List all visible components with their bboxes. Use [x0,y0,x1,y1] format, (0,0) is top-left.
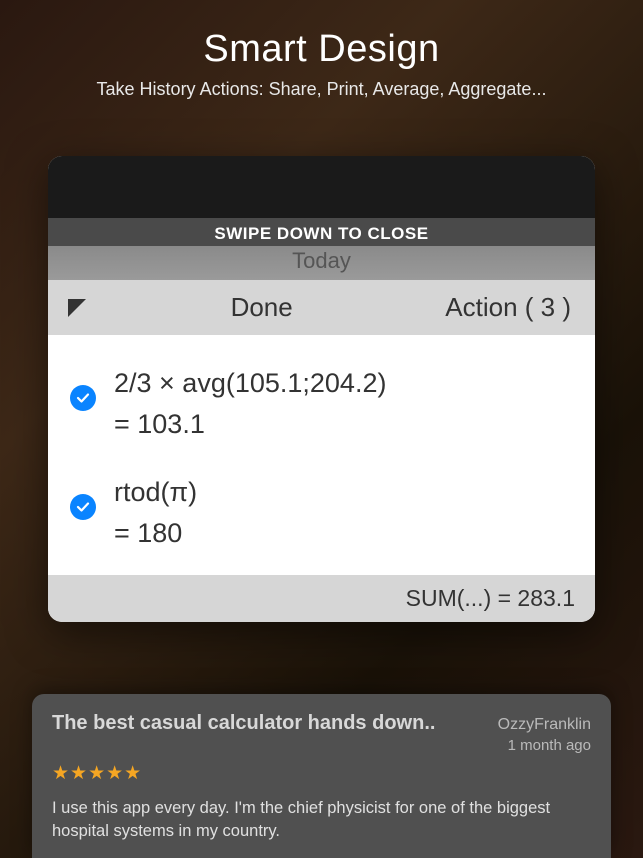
checkmark-icon[interactable] [70,385,96,411]
date-label: Today [48,246,595,280]
sum-footer: SUM(...) = 283.1 [48,575,595,622]
promo-subtitle: Take History Actions: Share, Print, Aver… [0,79,643,100]
action-button[interactable]: Action ( 3 ) [445,292,577,323]
done-button[interactable]: Done [78,292,445,323]
review-card: The best casual calculator hands down.. … [32,694,611,858]
swipe-down-hint[interactable]: SWIPE DOWN TO CLOSE [48,218,595,246]
review-header: The best casual calculator hands down.. … [52,712,591,735]
result-text: = 103.1 [114,404,386,445]
star-rating-icon: ★★★★★ [52,762,591,785]
review-body: I use this app every day. I'm the chief … [52,797,591,842]
expression-text: rtod(π) [114,472,197,513]
history-toolbar: Done Action ( 3 ) [48,280,595,335]
history-list: 2/3 × avg(105.1;204.2) = 103.1 rtod(π) =… [48,335,595,575]
expression-text: 2/3 × avg(105.1;204.2) [114,363,386,404]
history-item[interactable]: 2/3 × avg(105.1;204.2) = 103.1 [48,349,595,458]
checkmark-icon[interactable] [70,494,96,520]
history-content: 2/3 × avg(105.1;204.2) = 103.1 [114,363,386,444]
history-item[interactable]: rtod(π) = 180 [48,458,595,567]
history-panel: SWIPE DOWN TO CLOSE Today Done Action ( … [48,156,595,622]
review-author: OzzyFranklin [498,716,591,734]
review-title: The best casual calculator hands down.. [52,712,498,735]
panel-top-bar [48,156,595,218]
promo-header: Smart Design Take History Actions: Share… [0,0,643,100]
promo-title: Smart Design [0,28,643,71]
review-date: 1 month ago [52,737,591,754]
result-text: = 180 [114,513,197,554]
history-content: rtod(π) = 180 [114,472,197,553]
